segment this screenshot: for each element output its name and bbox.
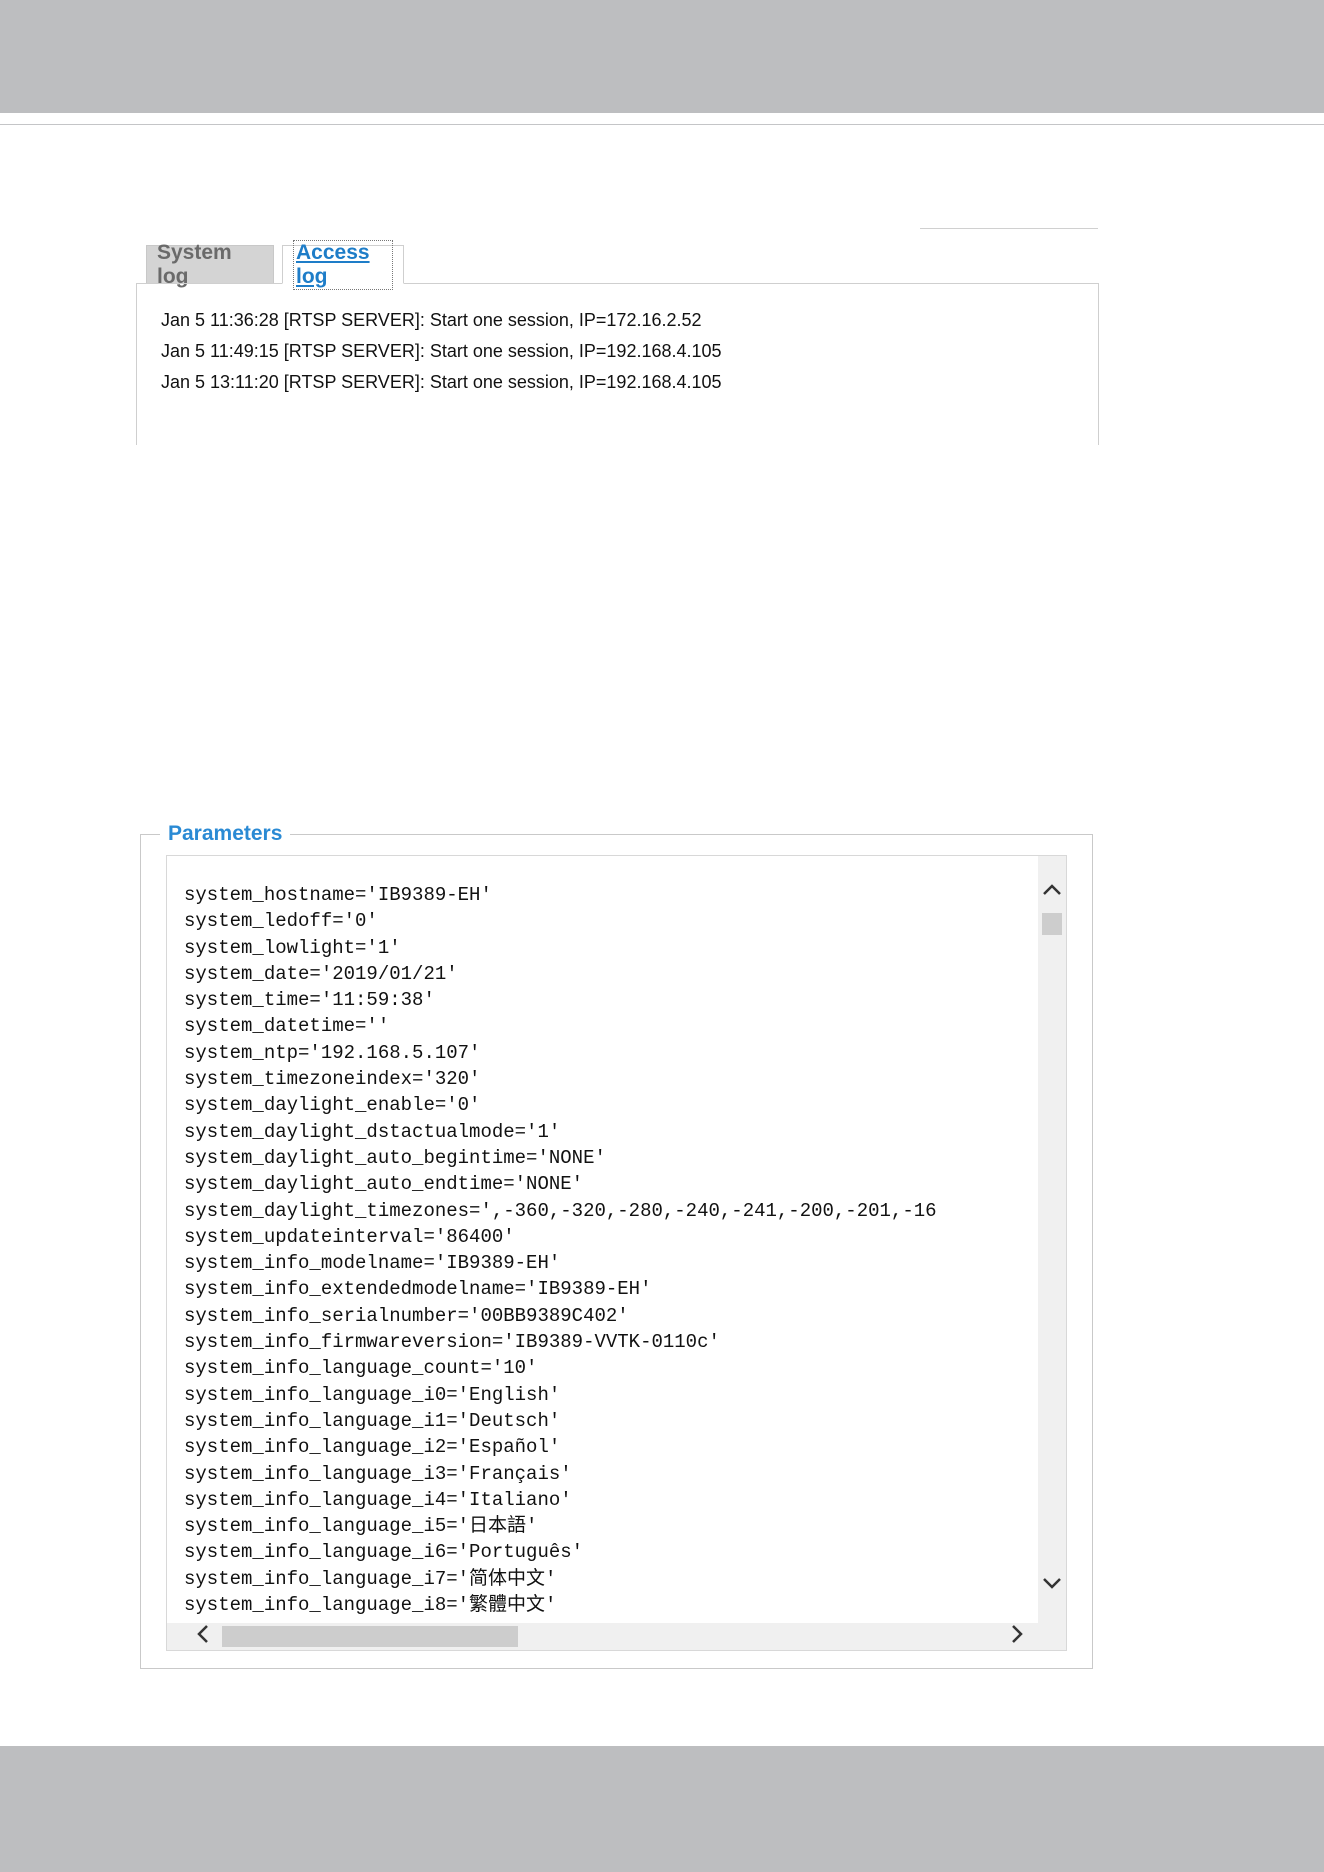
parameter-line: system_timezoneindex='320' [184, 1068, 481, 1091]
tab-strip-line [920, 228, 1098, 229]
parameter-line: system_info_language_i5='日本語' [184, 1515, 538, 1538]
parameter-line: system_info_language_i1='Deutsch' [184, 1409, 561, 1432]
tab-system-log[interactable]: System log [146, 241, 274, 288]
parameter-line: system_daylight_auto_endtime='NONE' [184, 1173, 584, 1196]
parameter-line: system_datetime='' [184, 1015, 390, 1038]
parameter-line: system_info_language_i0='English' [184, 1383, 561, 1406]
page-header-band [0, 0, 1324, 113]
parameter-line: system_daylight_timezones=',-360,-320,-2… [184, 1199, 937, 1222]
parameter-line: system_daylight_auto_begintime='NONE' [184, 1146, 606, 1169]
parameter-line: system_ntp='192.168.5.107' [184, 1041, 481, 1064]
parameter-line: system_info_firmwareversion='IB9389-VVTK… [184, 1331, 720, 1354]
parameter-line: system_time='11:59:38' [184, 989, 435, 1012]
chevron-left-icon[interactable] [189, 1623, 217, 1650]
access-log-list: Jan 5 11:36:28 [RTSP SERVER]: Start one … [161, 305, 722, 398]
log-entry: Jan 5 11:36:28 [RTSP SERVER]: Start one … [161, 310, 702, 330]
parameter-line: system_info_serialnumber='00BB9389C402' [184, 1304, 629, 1327]
parameters-legend: Parameters [160, 822, 291, 846]
parameter-line: system_info_language_i3='Français' [184, 1462, 572, 1485]
chevron-up-icon[interactable] [1038, 876, 1066, 904]
page-footer-band [0, 1746, 1324, 1872]
parameters-textbox[interactable]: system_hostname='IB9389-EH' system_ledoff… [166, 855, 1067, 1651]
parameter-line: system_daylight_dstactualmode='1' [184, 1120, 561, 1143]
tab-access-log[interactable]: Access log [282, 239, 404, 290]
parameter-line: system_info_language_i8='繁體中文' [184, 1594, 557, 1617]
parameter-line: system_ledoff='0' [184, 910, 378, 933]
parameter-line: system_info_modelname='IB9389-EH' [184, 1252, 561, 1275]
parameter-line: system_updateinterval='86400' [184, 1225, 515, 1248]
parameter-line: system_info_language_i4='Italiano' [184, 1488, 572, 1511]
log-entry: Jan 5 13:11:20 [RTSP SERVER]: Start one … [161, 372, 722, 392]
parameters-list: system_hostname='IB9389-EH' system_ledoff… [184, 882, 1044, 1618]
parameter-line: system_lowlight='1' [184, 936, 401, 959]
parameter-line: system_date='2019/01/21' [184, 962, 458, 985]
horizontal-scrollbar[interactable] [167, 1623, 1066, 1650]
tab-system-log-label: System log [157, 240, 232, 288]
vertical-scroll-thumb[interactable] [1042, 913, 1062, 935]
parameter-line: system_info_language_i6='Português' [184, 1541, 584, 1564]
parameter-line: system_info_language_count='10' [184, 1357, 538, 1380]
access-log-panel: Jan 5 11:36:28 [RTSP SERVER]: Start one … [136, 283, 1099, 445]
chevron-down-icon[interactable] [1038, 1569, 1066, 1597]
parameter-line: system_info_language_i7='简体中文' [184, 1567, 557, 1590]
header-divider [0, 124, 1324, 125]
parameter-line: system_hostname='IB9389-EH' [184, 884, 492, 906]
vertical-scrollbar[interactable] [1038, 856, 1066, 1625]
parameter-line: system_info_language_i2='Español' [184, 1436, 561, 1459]
parameter-line: system_daylight_enable='0' [184, 1094, 481, 1117]
horizontal-scroll-thumb[interactable] [222, 1626, 518, 1647]
chevron-right-icon[interactable] [1003, 1623, 1031, 1650]
log-entry: Jan 5 11:49:15 [RTSP SERVER]: Start one … [161, 341, 722, 361]
tab-access-log-label: Access log [293, 239, 393, 290]
parameter-line: system_info_extendedmodelname='IB9389-EH… [184, 1278, 652, 1301]
